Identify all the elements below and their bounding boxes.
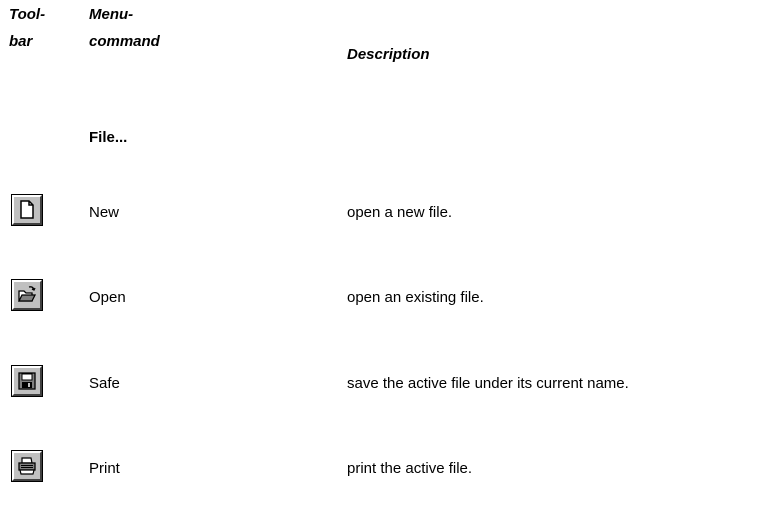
table-row-save: Safe save the active file under its curr…	[0, 365, 758, 406]
description-new: open a new file.	[347, 204, 453, 221]
header-menu-command: Menu- command	[89, 1, 249, 55]
printer-icon	[18, 457, 36, 475]
section-title-file: File...	[89, 129, 128, 146]
new-file-icon	[20, 200, 34, 219]
table-row-print: Print print the active file.	[0, 450, 758, 491]
open-button[interactable]	[11, 279, 43, 311]
open-folder-icon	[17, 286, 37, 302]
description-open: open an existing file.	[347, 289, 484, 306]
table-row-new: New open a new file.	[0, 194, 758, 235]
table-row-open: Open open an existing file.	[0, 279, 758, 320]
command-open: Open	[89, 289, 126, 306]
description-print: print the active file.	[347, 460, 473, 477]
command-new: New	[89, 204, 120, 221]
header-toolbar-line2: bar	[9, 33, 33, 50]
new-button[interactable]	[11, 194, 43, 226]
header-menu-line1: Menu-	[89, 6, 134, 23]
description-save: save the active file under its current n…	[347, 375, 629, 392]
command-save: Safe	[89, 375, 120, 392]
header-toolbar: Tool- bar	[9, 1, 69, 55]
print-button[interactable]	[11, 450, 43, 482]
header-toolbar-line1: Tool-	[9, 6, 46, 23]
floppy-disk-icon	[18, 372, 36, 390]
header-menu-line2: command	[89, 33, 160, 50]
command-print: Print	[89, 460, 120, 477]
header-description: Description	[347, 46, 430, 63]
save-button[interactable]	[11, 365, 43, 397]
